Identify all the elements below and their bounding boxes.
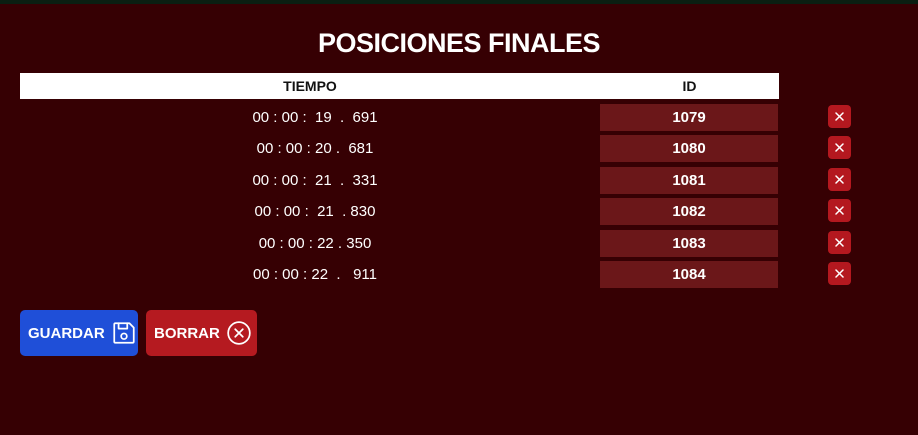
id-cell: 1079 (600, 104, 778, 131)
table-row: 00 : 00 : 19 . 691 1079 (20, 104, 860, 132)
top-border-strip (0, 0, 918, 4)
clear-button-label: BORRAR (154, 324, 220, 342)
time-cell: 00 : 00 : 22 . 911 (253, 266, 377, 283)
page-title: POSICIONES FINALES (317, 28, 601, 58)
id-cell: 1080 (600, 135, 778, 162)
delete-row-button[interactable] (828, 105, 851, 128)
save-button[interactable]: GUARDAR (20, 310, 138, 356)
close-icon (835, 206, 844, 215)
table-header: TIEMPO ID (20, 73, 779, 99)
close-icon (835, 143, 844, 152)
id-cell: 1084 (600, 261, 778, 288)
delete-row-button[interactable] (828, 231, 851, 254)
time-cell: 00 : 00 : 19 . 691 (252, 109, 378, 126)
id-cell: 1082 (600, 198, 778, 225)
save-button-label: GUARDAR (28, 324, 105, 342)
table-row: 00 : 00 : 22 . 911 1084 (20, 261, 860, 289)
table-row: 00 : 00 : 22 . 350 1083 (20, 230, 860, 258)
id-cell: 1081 (600, 167, 778, 194)
time-cell: 00 : 00 : 22 . 350 (258, 235, 372, 252)
time-cell: 00 : 00 : 20 . 681 (256, 140, 374, 157)
table-row: 00 : 00 : 21 . 331 1081 (20, 167, 860, 195)
delete-row-button[interactable] (828, 136, 851, 159)
time-cell: 00 : 00 : 21 . 830 (254, 203, 376, 220)
close-icon (835, 175, 844, 184)
delete-row-button[interactable] (828, 199, 851, 222)
column-header-time: TIEMPO (283, 78, 337, 94)
column-header-id: ID (682, 78, 697, 94)
close-icon (835, 112, 844, 121)
circle-x-icon (226, 320, 252, 346)
table-row: 00 : 00 : 20 . 681 1080 (20, 135, 860, 163)
clear-button[interactable]: BORRAR (146, 310, 257, 356)
table-row: 00 : 00 : 21 . 830 1082 (20, 198, 860, 226)
id-cell: 1083 (600, 230, 778, 257)
delete-row-button[interactable] (828, 262, 851, 285)
delete-row-button[interactable] (828, 168, 851, 191)
floppy-disk-icon (111, 320, 137, 346)
close-icon (835, 238, 844, 247)
close-icon (835, 269, 844, 278)
time-cell: 00 : 00 : 21 . 331 (252, 172, 378, 189)
